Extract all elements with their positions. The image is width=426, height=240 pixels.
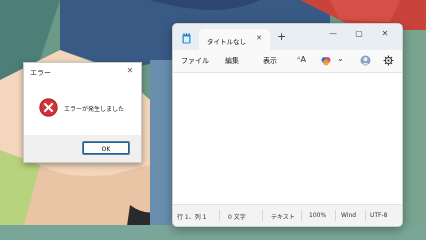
status-char-count: 0 文字 — [228, 214, 246, 221]
error-icon — [39, 98, 58, 117]
dialog-message: エラーが発生しました — [64, 106, 125, 113]
menu-file[interactable]: ファイル — [181, 56, 209, 66]
tab-title: タイトルなし — [207, 38, 246, 46]
copilot-icon[interactable] — [321, 56, 331, 66]
status-bar: 行 1、列 1 0 文字 テキスト 100% Wind UTF-8 — [173, 204, 402, 226]
status-format: テキスト — [271, 214, 295, 221]
status-separator — [365, 210, 366, 221]
menu-edit[interactable]: 編集 — [225, 56, 239, 66]
maximize-button[interactable]: ▢ — [352, 29, 366, 38]
dialog-title: エラー — [30, 69, 51, 77]
status-separator — [219, 210, 220, 221]
tab-untitled[interactable]: タイトルなし ✕ — [199, 29, 270, 50]
status-separator — [262, 210, 263, 221]
status-separator — [301, 210, 302, 221]
status-zoom[interactable]: 100% — [309, 212, 326, 219]
font-icon[interactable]: ᴬA — [297, 55, 306, 64]
close-button[interactable]: ✕ — [378, 29, 392, 38]
notepad-app-icon — [182, 33, 191, 44]
chevron-down-icon[interactable]: ⌄ — [337, 54, 344, 63]
ok-button[interactable]: OK — [82, 141, 130, 155]
account-avatar-icon[interactable] — [360, 55, 371, 66]
menu-bar: ファイル 編集 表示 ᴬA ⌄ — [173, 50, 402, 73]
menu-view[interactable]: 表示 — [263, 56, 277, 66]
minimize-button[interactable]: — — [326, 29, 340, 38]
error-dialog: エラー ✕ エラーが発生しました OK — [23, 62, 142, 163]
text-editor-area[interactable] — [173, 73, 402, 204]
status-encoding[interactable]: UTF-8 — [370, 212, 388, 219]
settings-gear-icon[interactable] — [383, 55, 394, 66]
dialog-body: エラーが発生しました — [24, 83, 141, 135]
tab-bar: タイトルなし ✕ + — ▢ ✕ — [173, 24, 402, 50]
dialog-footer: OK — [24, 135, 141, 162]
new-tab-button[interactable]: + — [277, 31, 286, 42]
dialog-close-button[interactable]: ✕ — [125, 66, 135, 76]
tab-close-icon[interactable]: ✕ — [254, 34, 264, 42]
status-cursor-position: 行 1、列 1 — [177, 214, 207, 221]
status-separator — [335, 210, 336, 221]
notepad-window: タイトルなし ✕ + — ▢ ✕ ファイル 編集 表示 ᴬA ⌄ 行 1、列 1… — [172, 23, 403, 227]
status-line-ending[interactable]: Wind — [341, 212, 356, 219]
